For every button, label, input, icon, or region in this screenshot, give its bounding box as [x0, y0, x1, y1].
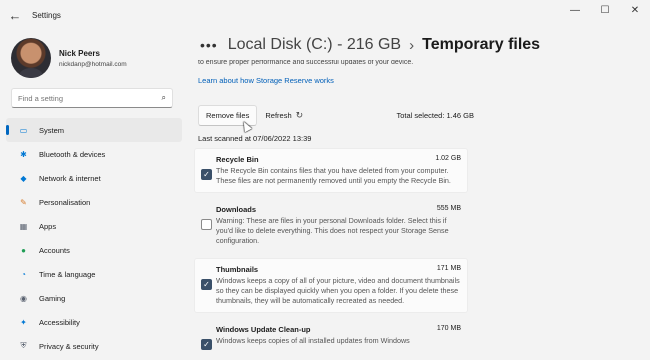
item-title: Thumbnails — [216, 265, 259, 274]
close-icon: ✕ — [630, 4, 640, 16]
search-icon[interactable]: ⌕ — [162, 93, 166, 103]
refresh-label: Refresh — [265, 110, 292, 120]
breadcrumb-parent[interactable]: Local Disk (C:) - 216 GB — [228, 36, 401, 54]
apps-icon: ▦ — [19, 221, 28, 231]
item-description: Windows keeps a copy of all of your pict… — [216, 276, 460, 305]
sidebar-item-label: Apps — [39, 221, 57, 231]
monitor-icon: ▭ — [19, 125, 28, 135]
item-title: Windows Update Clean-up — [216, 325, 311, 334]
sidebar-item-bluetooth-devices[interactable]: ✱ Bluetooth & devices — [6, 142, 182, 166]
search-input[interactable] — [18, 93, 158, 103]
breadcrumb: ••• Local Disk (C:) - 216 GB › Temporary… — [200, 36, 540, 54]
total-selected: Total selected: 1.46 GB — [396, 110, 474, 120]
close-button[interactable]: ✕ — [620, 0, 650, 20]
bluetooth-icon: ✱ — [20, 149, 27, 159]
page-title: Temporary files — [422, 36, 541, 53]
temporary-files-list: ✓ Recycle Bin 1.02 GB The Recycle Bin conta… — [194, 148, 468, 358]
checkmark-icon: ✓ — [203, 280, 210, 289]
sidebar-item-label: Personalisation — [39, 197, 91, 207]
list-item[interactable]: ✓ Recycle Bin 1.02 GB The Recycle Bin conta… — [194, 148, 468, 193]
search-box[interactable]: ⌕ — [11, 88, 173, 108]
minimize-button[interactable]: — — [560, 0, 590, 20]
profile-card[interactable]: Nick Peers nickdanp@hotmail.com — [11, 38, 127, 78]
sidebar-item-label: Privacy & security — [39, 341, 99, 351]
back-button[interactable]: ← — [0, 0, 30, 30]
sidebar-item-accounts[interactable]: ● Accounts — [6, 238, 182, 262]
person-icon: ● — [21, 245, 26, 255]
accessibility-icon: ✦ — [20, 317, 27, 327]
sidebar-item-gaming[interactable]: ◉ Gaming — [6, 286, 182, 310]
item-size: 1.02 GB — [435, 155, 461, 162]
sidebar-item-accessibility[interactable]: ✦ Accessibility — [6, 310, 182, 334]
item-checkbox[interactable] — [201, 219, 212, 230]
chevron-right-icon: › — [409, 36, 415, 54]
title-bar: ← Settings — ☐ ✕ — [0, 0, 650, 30]
list-item[interactable]: ✓ Windows Update Clean-up 170 MB Windows ke… — [194, 318, 468, 353]
main-content: ••• Local Disk (C:) - 216 GB › Temporary… — [186, 30, 650, 360]
profile-email: nickdanp@hotmail.com — [59, 60, 127, 68]
item-title: Downloads — [216, 205, 257, 214]
item-description: Warning: These are files in your persona… — [216, 216, 449, 245]
wifi-icon: ◆ — [20, 173, 27, 183]
shield-icon: ⛨ — [20, 341, 27, 350]
last-scanned-text: Last scanned at 07/06/2022 13:39 — [198, 134, 312, 143]
refresh-icon: ↻ — [295, 109, 304, 120]
item-title: Recycle Bin — [216, 155, 259, 164]
sidebar-item-personalisation[interactable]: ✎ Personalisation — [6, 190, 182, 214]
maximize-icon: ☐ — [600, 4, 610, 16]
globe-clock-icon: ◔ — [21, 269, 26, 279]
sidebar-item-label: Bluetooth & devices — [39, 149, 106, 159]
sidebar-item-label: Time & language — [39, 269, 96, 279]
profile-name: Nick Peers — [59, 48, 100, 58]
item-description: The Recycle Bin contains files that you … — [216, 166, 451, 185]
sidebar-item-label: Accessibility — [39, 317, 80, 327]
item-checkbox[interactable]: ✓ — [201, 169, 212, 180]
sidebar: Nick Peers nickdanp@hotmail.com ⌕ ▭ Syste… — [0, 30, 186, 360]
sidebar-item-privacy-security[interactable]: ⛨ Privacy & security — [6, 334, 182, 358]
sidebar-item-apps[interactable]: ▦ Apps — [6, 214, 182, 238]
item-description: Windows keeps copies of all installed up… — [216, 336, 410, 345]
avatar — [11, 38, 51, 78]
item-size: 171 MB — [436, 265, 461, 272]
storage-reserve-link[interactable]: Learn about how Storage Reserve works — [198, 76, 334, 85]
list-item[interactable]: Downloads 555 MB Warning: These are files … — [194, 198, 468, 253]
breadcrumb-more-button[interactable]: ••• — [200, 37, 218, 53]
sidebar-item-label: Accounts — [39, 245, 70, 255]
sidebar-item-system[interactable]: ▭ System — [6, 118, 182, 142]
brush-icon: ✎ — [20, 197, 27, 207]
checkmark-icon: ✓ — [203, 340, 210, 349]
sidebar-item-label: Gaming — [39, 293, 66, 303]
refresh-button[interactable]: Refresh ↻ — [265, 110, 303, 121]
sidebar-item-network-internet[interactable]: ◆ Network & internet — [6, 166, 182, 190]
item-size: 170 MB — [436, 325, 461, 332]
window-controls: — ☐ ✕ — [560, 0, 650, 30]
sidebar-item-label: Network & internet — [39, 173, 101, 183]
item-checkbox[interactable]: ✓ — [201, 339, 212, 350]
maximize-button[interactable]: ☐ — [590, 0, 620, 20]
minimize-icon: — — [570, 4, 580, 16]
item-checkbox[interactable]: ✓ — [201, 279, 212, 290]
item-size: 555 MB — [436, 205, 461, 212]
sidebar-item-time-language[interactable]: ◔ Time & language — [6, 262, 182, 286]
sidebar-nav: ▭ System ✱ Bluetooth & devices ◆ Network & in… — [6, 118, 182, 358]
intro-text: to ensure proper performance and success… — [198, 60, 414, 66]
checkmark-icon: ✓ — [203, 170, 210, 179]
back-arrow-icon: ← — [8, 7, 22, 23]
list-item[interactable]: ✓ Thumbnails 171 MB Windows keeps a copy of… — [194, 258, 468, 313]
app-title: Settings — [32, 10, 61, 20]
gamepad-icon: ◉ — [20, 293, 27, 303]
sidebar-item-label: System — [39, 125, 65, 135]
